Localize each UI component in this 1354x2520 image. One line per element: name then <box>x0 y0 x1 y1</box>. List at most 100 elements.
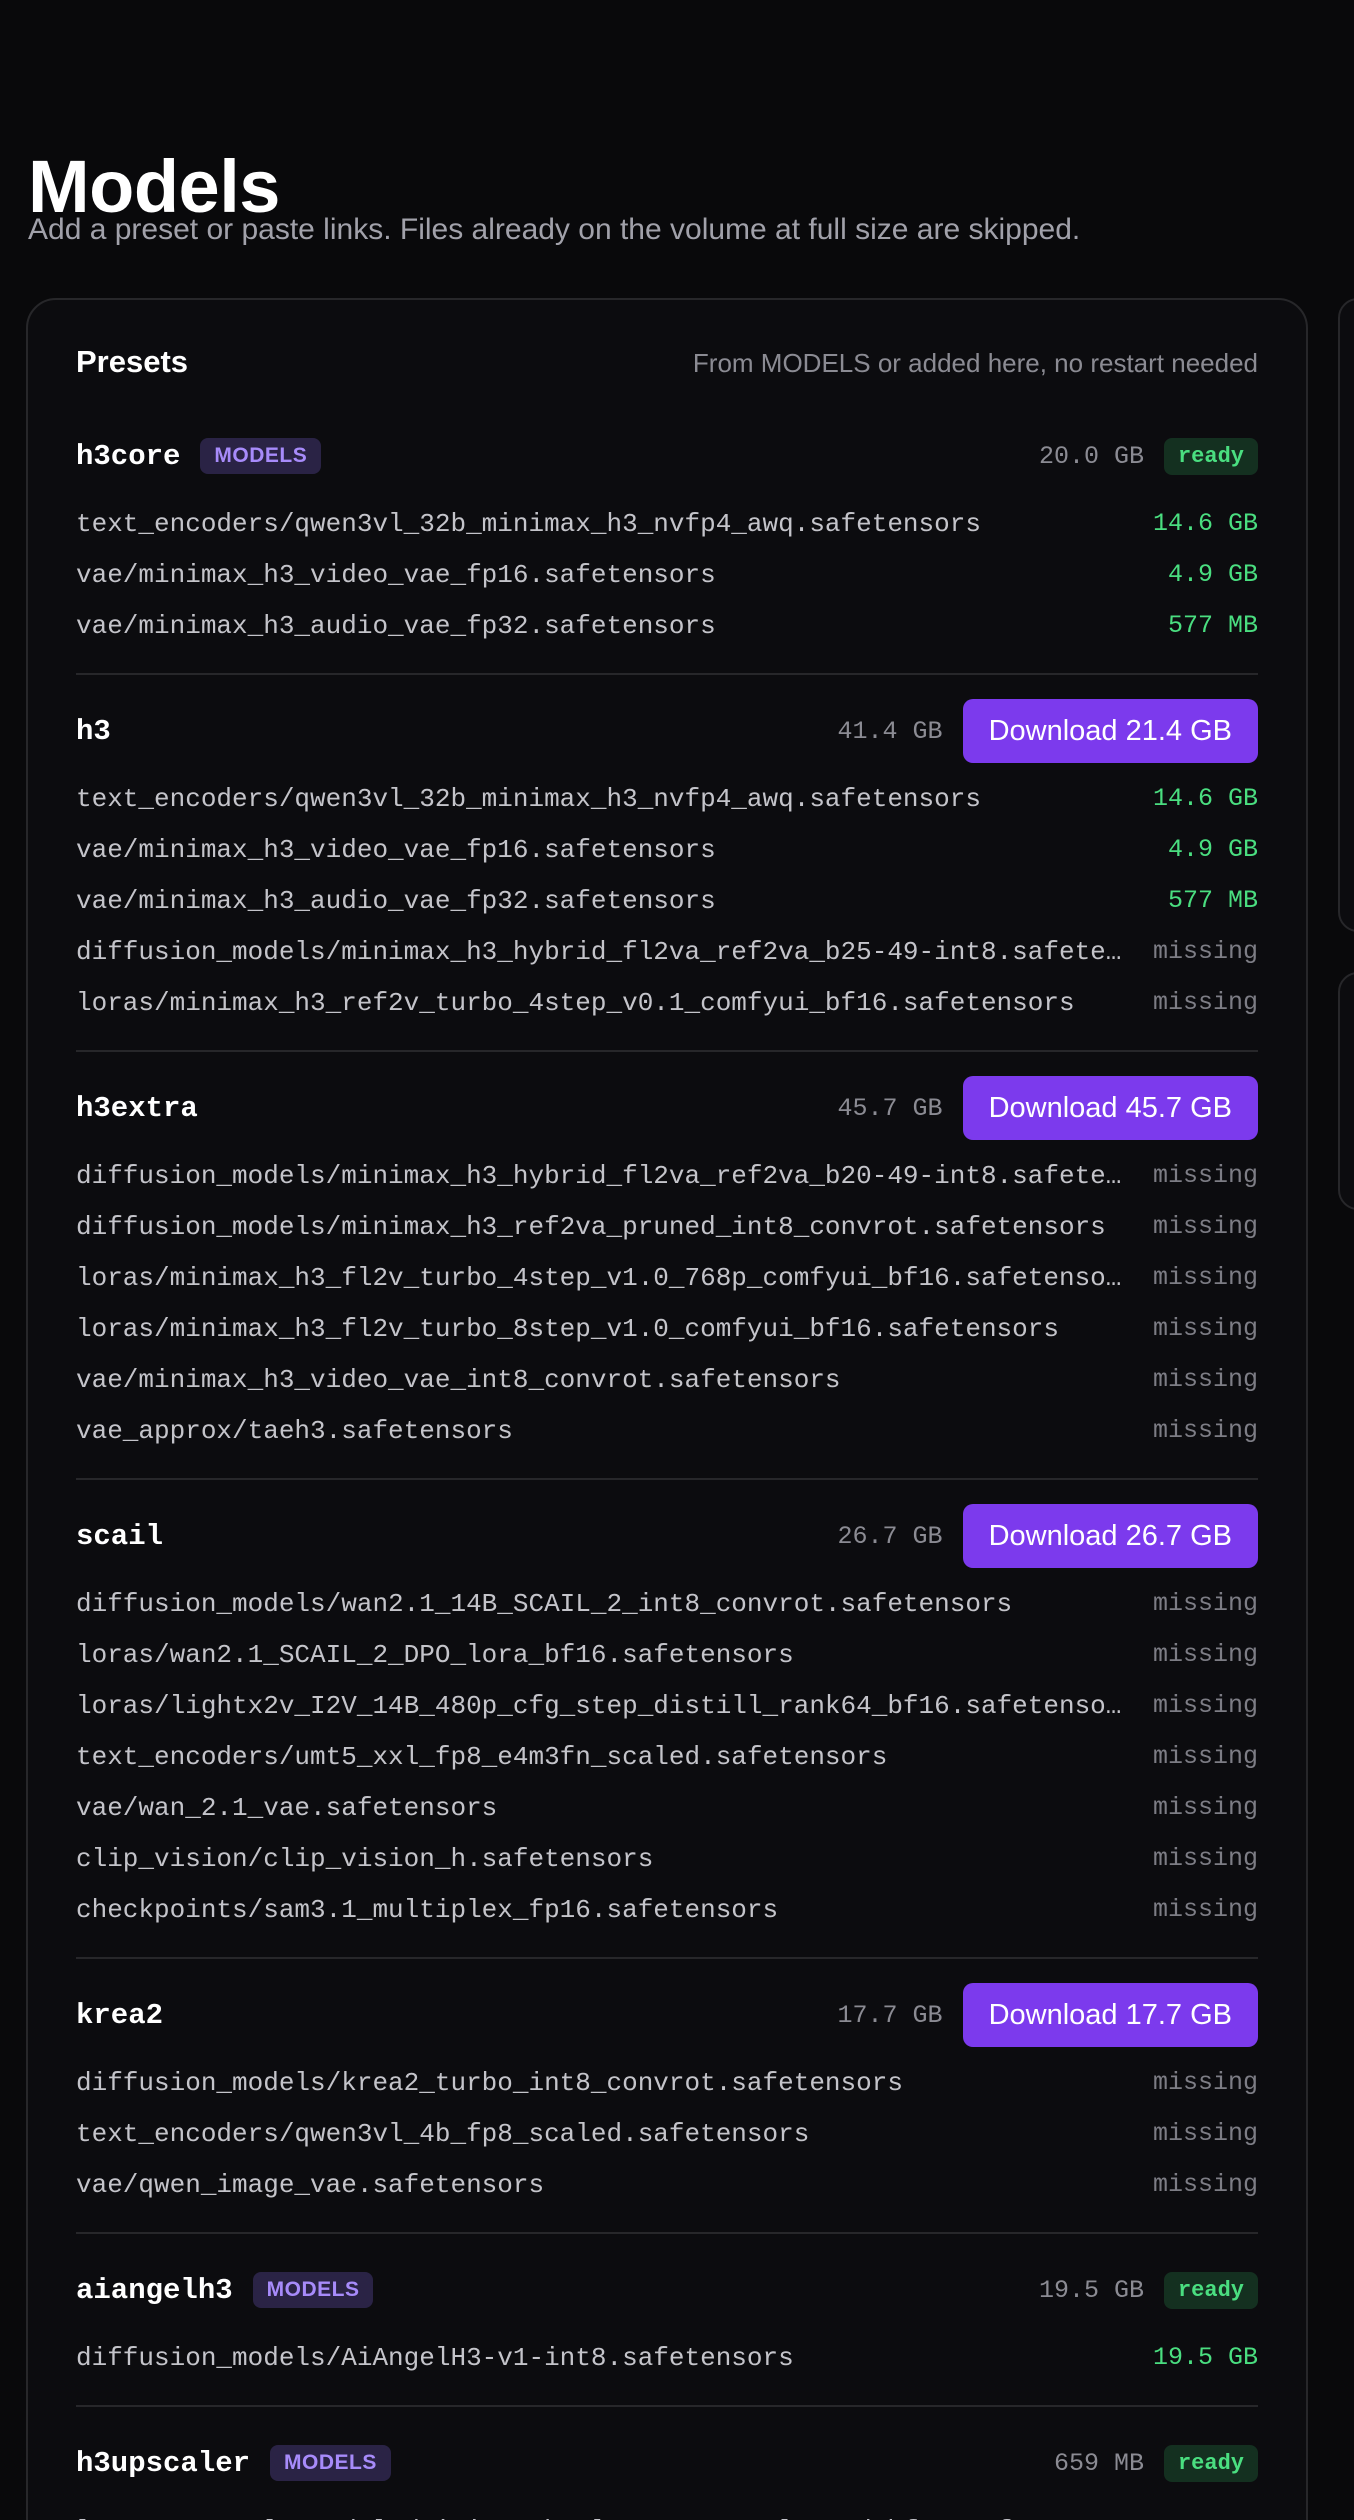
file-status-missing: missing <box>1152 2170 1258 2199</box>
file-path: vae/minimax_h3_video_vae_fp16.safetensor… <box>76 559 716 590</box>
file-path: diffusion_models/minimax_h3_hybrid_fl2va… <box>76 1160 1153 1191</box>
download-button[interactable]: Download 21.4 GB <box>962 699 1258 763</box>
preset-4: krea2 17.7 GB Download 17.7 GB diffusion_mo… <box>76 1983 1258 2234</box>
preset-6: h3upscaler MODELS 659 MB ready latent_upscal… <box>76 2431 1258 2520</box>
file-row: vae/minimax_h3_video_vae_int8_convrot.sa… <box>76 1354 1258 1405</box>
file-path: vae/qwen_image_vae.safetensors <box>76 2169 545 2200</box>
download-button[interactable]: Download 45.7 GB <box>962 1076 1258 1140</box>
preset-header: scail 26.7 GB Download 26.7 GB <box>76 1504 1258 1568</box>
download-button[interactable]: Download 17.7 GB <box>962 1983 1258 2047</box>
preset-size: 45.7 GB <box>837 1093 943 1123</box>
file-path: diffusion_models/krea2_turbo_int8_convro… <box>76 2067 903 2098</box>
file-status-missing: missing <box>1152 1416 1258 1445</box>
file-row: loras/minimax_h3_fl2v_turbo_4step_v1.0_7… <box>76 1252 1258 1303</box>
file-row: text_encoders/qwen3vl_4b_fp8_scaled.safe… <box>76 2108 1258 2159</box>
file-size: 577 MB <box>1167 611 1258 640</box>
file-path: loras/minimax_h3_ref2v_turbo_4step_v0.1_… <box>76 987 1075 1018</box>
file-path: text_encoders/umt5_xxl_fp8_e4m3fn_scaled… <box>76 1741 888 1772</box>
file-path: clip_vision/clip_vision_h.safetensors <box>76 1843 654 1874</box>
preset-name: h3 <box>76 714 111 748</box>
file-path: vae/minimax_h3_audio_vae_fp32.safetensor… <box>76 885 716 916</box>
preset-1: h3 41.4 GB Download 21.4 GB text_encoders/q… <box>76 699 1258 1052</box>
file-row: vae/minimax_h3_audio_vae_fp32.safetensor… <box>76 600 1258 651</box>
file-status-missing: missing <box>1152 1263 1258 1292</box>
preset-header-right: 20.0 GB ready <box>1038 437 1258 475</box>
file-row: loras/wan2.1_SCAIL_2_DPO_lora_bf16.safet… <box>76 1629 1258 1680</box>
preset-size: 659 MB <box>1053 2448 1144 2478</box>
preset-name: scail <box>76 1519 164 1553</box>
preset-size: 41.4 GB <box>837 716 943 746</box>
file-size: 577 MB <box>1167 886 1258 915</box>
preset-size: 20.0 GB <box>1038 441 1144 471</box>
file-row: loras/lightx2v_I2V_14B_480p_cfg_step_dis… <box>76 1680 1258 1731</box>
preset-name: krea2 <box>76 1998 164 2032</box>
file-status-missing: missing <box>1152 988 1258 1017</box>
preset-name: h3upscaler <box>76 2446 251 2480</box>
preset-header-right: 659 MB ready <box>1053 2444 1258 2482</box>
file-status-missing: missing <box>1152 937 1258 966</box>
file-path: diffusion_models/minimax_h3_hybrid_fl2va… <box>76 936 1153 967</box>
preset-list: h3core MODELS 20.0 GB ready text_encoders/qw… <box>76 424 1258 2520</box>
file-path: diffusion_models/wan2.1_14B_SCAIL_2_int8… <box>76 1588 1013 1619</box>
file-path: vae/wan_2.1_vae.safetensors <box>76 1792 498 1823</box>
file-path: text_encoders/qwen3vl_4b_fp8_scaled.safe… <box>76 2118 810 2149</box>
file-path: vae/minimax_h3_video_vae_int8_convrot.sa… <box>76 1364 841 1395</box>
file-status-missing: missing <box>1152 1212 1258 1241</box>
preset-5: aiangelh3 MODELS 19.5 GB ready diffusion_mod… <box>76 2258 1258 2407</box>
file-path: diffusion_models/minimax_h3_ref2va_prune… <box>76 1211 1106 1242</box>
file-path: loras/wan2.1_SCAIL_2_DPO_lora_bf16.safet… <box>76 1639 794 1670</box>
file-status-missing: missing <box>1152 2068 1258 2097</box>
file-status-missing: missing <box>1152 1691 1258 1720</box>
file-row: vae/minimax_h3_video_vae_fp16.safetensor… <box>76 824 1258 875</box>
preset-name: aiangelh3 <box>76 2273 233 2307</box>
preset-size: 19.5 GB <box>1038 2275 1144 2305</box>
preset-header-right: 19.5 GB ready <box>1038 2271 1258 2309</box>
file-row: diffusion_models/minimax_h3_hybrid_fl2va… <box>76 926 1258 977</box>
file-row: vae/qwen_image_vae.safetensors missing <box>76 2159 1258 2210</box>
file-size: 14.6 GB <box>1152 784 1258 813</box>
file-status-missing: missing <box>1152 1365 1258 1394</box>
file-row: text_encoders/umt5_xxl_fp8_e4m3fn_scaled… <box>76 1731 1258 1782</box>
preset-name: h3extra <box>76 1091 198 1125</box>
ready-badge: ready <box>1163 2271 1258 2309</box>
preset-header-right: 17.7 GB Download 17.7 GB <box>838 1983 1258 2047</box>
file-path: latent_upscale_models/minimax_h3_latent_… <box>76 2516 1168 2520</box>
file-size: 659 MB <box>1168 2516 1258 2520</box>
file-path: loras/lightx2v_I2V_14B_480p_cfg_step_dis… <box>76 1690 1137 1721</box>
preset-header: h3core MODELS 20.0 GB ready <box>76 424 1258 488</box>
file-row: diffusion_models/wan2.1_14B_SCAIL_2_int8… <box>76 1578 1258 1629</box>
file-row: loras/minimax_h3_fl2v_turbo_8step_v1.0_c… <box>76 1303 1258 1354</box>
side-panel-edge <box>1338 972 1354 1210</box>
presets-card-note: From MODELS or added here, no restart ne… <box>692 348 1258 378</box>
ready-badge: ready <box>1163 2444 1258 2482</box>
file-row: diffusion_models/minimax_h3_ref2va_prune… <box>76 1201 1258 1252</box>
presets-card-title: Presets <box>76 344 189 379</box>
file-path: diffusion_models/AiAngelH3-v1-int8.safet… <box>76 2342 794 2373</box>
page-subtitle: Add a preset or paste links. Files alrea… <box>28 213 1081 246</box>
file-path: loras/minimax_h3_fl2v_turbo_4step_v1.0_7… <box>76 1262 1137 1293</box>
file-row: loras/minimax_h3_ref2v_turbo_4step_v0.1_… <box>76 977 1258 1028</box>
models-badge: MODELS <box>270 2445 391 2481</box>
file-status-missing: missing <box>1152 1640 1258 1669</box>
file-size: 14.6 GB <box>1152 509 1258 538</box>
file-path: vae_approx/taeh3.safetensors <box>76 1415 513 1446</box>
file-row: clip_vision/clip_vision_h.safetensors mis… <box>76 1833 1258 1884</box>
file-row: text_encoders/qwen3vl_32b_minimax_h3_nvf… <box>76 498 1258 549</box>
preset-3: scail 26.7 GB Download 26.7 GB diffusion_mo… <box>76 1504 1258 1959</box>
models-badge: MODELS <box>200 438 322 474</box>
preset-size: 17.7 GB <box>837 2000 943 2030</box>
file-row: vae_approx/taeh3.safetensors missing <box>76 1405 1258 1456</box>
file-status-missing: missing <box>1152 1161 1258 1190</box>
preset-header: aiangelh3 MODELS 19.5 GB ready <box>76 2258 1258 2322</box>
file-row: latent_upscale_models/minimax_h3_latent_… <box>76 2505 1258 2520</box>
file-status-missing: missing <box>1152 1793 1258 1822</box>
preset-header: h3 41.4 GB Download 21.4 GB <box>76 699 1258 763</box>
models-page: Models Add a preset or paste links. File… <box>0 0 1354 2520</box>
file-size: 19.5 GB <box>1152 2343 1258 2372</box>
presets-card: Presets From MODELS or added here, no re… <box>26 298 1308 2520</box>
download-button[interactable]: Download 26.7 GB <box>962 1504 1258 1568</box>
preset-header: h3extra 45.7 GB Download 45.7 GB <box>76 1076 1258 1140</box>
preset-header-right: 41.4 GB Download 21.4 GB <box>838 699 1258 763</box>
file-status-missing: missing <box>1152 1844 1258 1873</box>
file-row: checkpoints/sam3.1_multiplex_fp16.safete… <box>76 1884 1258 1935</box>
